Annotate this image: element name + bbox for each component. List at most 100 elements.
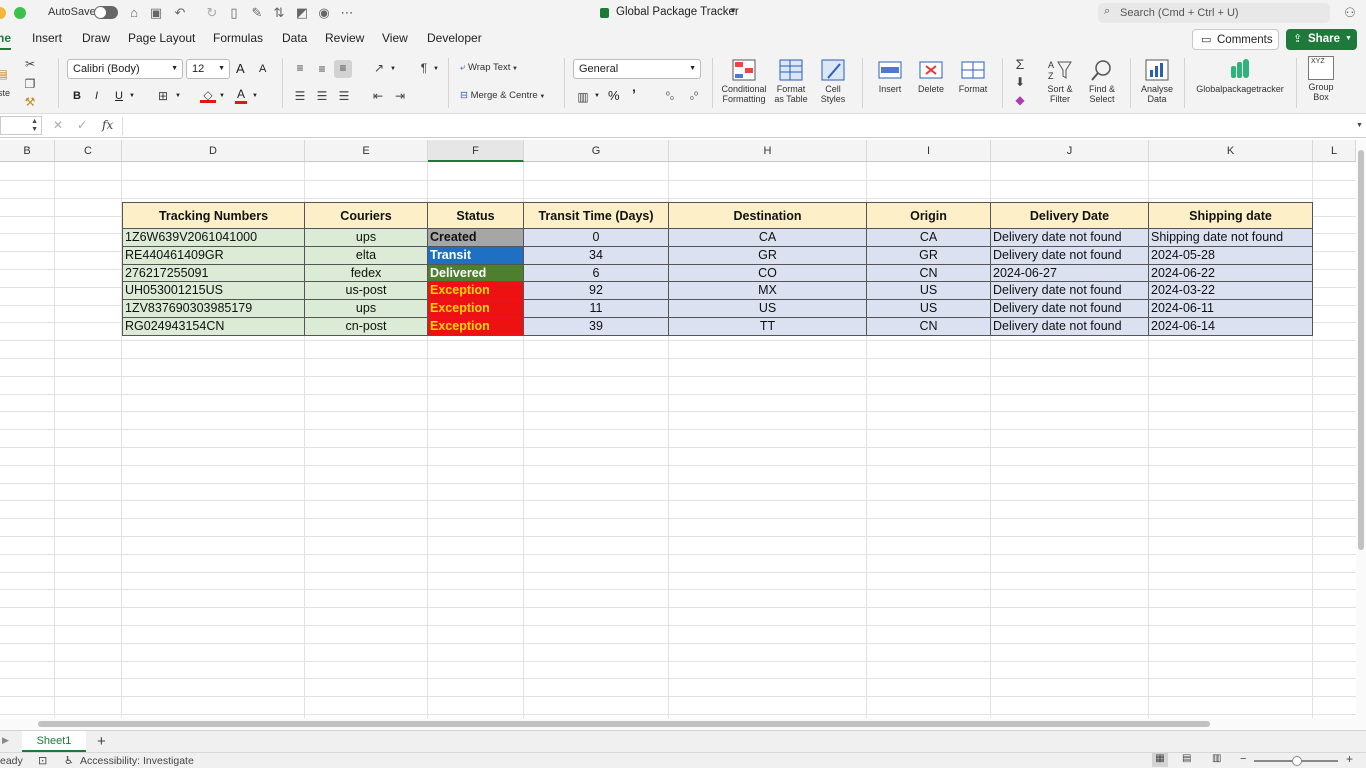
cell-delivery[interactable]: 2024-06-27 [991,265,1149,282]
addin-button[interactable]: Globalpackagetracker [1190,58,1290,94]
cell-shipping[interactable]: 2024-05-28 [1149,247,1313,265]
cell-delivery[interactable]: Delivery date not found [991,300,1149,318]
enter-icon[interactable]: ✓ [77,118,87,132]
copy-icon[interactable]: ❐ [22,76,38,92]
column-header-i[interactable]: I [867,140,991,162]
decrease-decimal-icon[interactable]: ₀⁰ [686,89,702,105]
cell-transit[interactable]: 0 [524,229,669,247]
header-tracking-numbers[interactable]: Tracking Numbers [122,202,305,229]
tab-data[interactable]: Data [282,31,307,45]
tab-page-layout[interactable]: Page Layout [128,31,195,45]
cell-styles-button[interactable]: Cell Styles [814,58,852,104]
cell-shipping[interactable]: 2024-06-11 [1149,300,1313,318]
increase-indent-icon[interactable]: ⇥ [392,88,408,104]
chevron-down-icon[interactable]: ▼ [129,93,135,99]
grow-font-icon[interactable]: A [236,61,245,76]
cell-destination[interactable]: US [669,300,867,318]
find-select-button[interactable]: Find & Select [1082,58,1122,104]
cell-status[interactable]: Created [428,229,524,247]
zoom-out-icon[interactable]: − [1240,753,1246,765]
cell-tracking[interactable]: 276217255091 [122,265,305,282]
fill-icon[interactable]: ⬇ [1012,74,1028,90]
format-cells-button[interactable]: Format [952,58,994,94]
merge-centre-button[interactable]: ⊟ Merge & Centre ▼ [460,90,545,101]
column-header-l[interactable]: L [1313,140,1356,162]
share-button[interactable]: ⇪ Share ▼ [1286,29,1357,50]
chart-icon[interactable]: ◩ [294,5,310,21]
cell-shipping[interactable]: 2024-06-14 [1149,318,1313,336]
add-sheet-button[interactable]: + [97,733,106,750]
cut-icon[interactable]: ✂ [22,56,38,72]
sheet-tab-sheet1[interactable]: Sheet1 [22,731,86,752]
cell-delivery[interactable]: Delivery date not found [991,247,1149,265]
font-name-select[interactable]: Calibri (Body) ▼ [67,59,183,79]
header-shipping-date[interactable]: Shipping date [1149,202,1313,229]
insert-function-button[interactable]: fx [102,118,113,132]
name-box-stepper-icon[interactable]: ▲ ▼ [31,118,38,134]
column-header-h[interactable]: H [669,140,867,162]
save-icon[interactable]: ▣ [148,5,164,21]
column-header-d[interactable]: D [122,140,305,162]
name-box[interactable]: ▲ ▼ [0,116,42,135]
chevron-down-icon[interactable]: ▼ [729,6,737,15]
cell-transit[interactable]: 34 [524,247,669,265]
cell-tracking[interactable]: 1Z6W639V2061041000 [122,229,305,247]
tab-insert[interactable]: Insert [32,31,62,45]
format-painter-icon[interactable]: ⚒ [22,94,38,110]
paste-icon[interactable]: ▤ [0,66,10,82]
font-color-icon[interactable]: A [235,87,248,104]
cell-destination[interactable]: GR [669,247,867,265]
column-header-c[interactable]: C [55,140,122,162]
tab-home[interactable]: ne [0,31,12,50]
cell-tracking[interactable]: UH053001215US [122,282,305,300]
cell-delivery[interactable]: Delivery date not found [991,318,1149,336]
page-break-view-icon[interactable]: ▥ [1212,753,1221,764]
share-people-icon[interactable]: ⚇ [1342,5,1358,21]
align-top-icon[interactable]: ≡ [292,60,308,76]
comments-button[interactable]: ▭ Comments [1192,29,1279,50]
analyse-data-button[interactable]: Analyse Data [1136,58,1178,104]
font-size-select[interactable]: 12 ▼ [186,59,230,79]
cell-status[interactable]: Transit [428,247,524,265]
cell-status[interactable]: Exception [428,318,524,336]
shrink-font-icon[interactable]: A [259,63,266,75]
tab-review[interactable]: Review [325,31,364,45]
increase-decimal-icon[interactable]: ⁰₀ [662,89,678,105]
group-box-button[interactable]: XYZ Group Box [1302,56,1340,102]
chevron-down-icon[interactable]: ▼ [252,93,258,99]
cell-origin[interactable]: CN [867,318,991,336]
cell-courier[interactable]: ups [305,300,428,318]
zoom-slider-thumb[interactable] [1292,756,1302,766]
align-middle-icon[interactable]: ≡ [314,61,330,77]
window-zoom-button[interactable] [14,7,26,19]
worksheet-grid[interactable]: B C D E F G H I J K L Tracking Numbers C… [0,140,1356,718]
page-layout-view-icon[interactable]: ▤ [1182,753,1191,764]
header-transit-time[interactable]: Transit Time (Days) [524,202,669,229]
format-as-table-button[interactable]: Format as Table [770,58,812,104]
document-title[interactable]: Global Package Tracker [616,6,739,18]
orientation-icon[interactable]: ↗ [371,60,387,76]
macro-record-icon[interactable]: ⊡ [38,754,47,767]
header-couriers[interactable]: Couriers [305,202,428,229]
cell-courier[interactable]: fedex [305,265,428,282]
cell-origin[interactable]: CA [867,229,991,247]
header-origin[interactable]: Origin [867,202,991,229]
fill-color-icon[interactable]: ◇ [200,87,216,103]
cell-courier[interactable]: ups [305,229,428,247]
cell-status[interactable]: Exception [428,282,524,300]
align-left-icon[interactable]: ☰ [292,88,308,104]
autosave-toggle[interactable] [94,6,118,19]
conditional-formatting-button[interactable]: Conditional Formatting [718,58,770,104]
edit-icon[interactable]: ✎ [249,5,265,21]
comma-button[interactable]: ’ [632,86,636,102]
cell-delivery[interactable]: Delivery date not found [991,282,1149,300]
more-icon[interactable]: ⋯ [339,5,355,21]
column-header-b[interactable]: B [0,140,55,162]
cell-status[interactable]: Delivered [428,265,524,282]
formula-input[interactable] [122,117,1352,135]
chevron-down-icon[interactable]: ▼ [433,66,439,72]
cell-destination[interactable]: CO [669,265,867,282]
redo-icon[interactable]: ↻ [204,5,220,21]
italic-button[interactable]: I [95,90,98,102]
cell-tracking[interactable]: 1ZV837690303985179 [122,300,305,318]
